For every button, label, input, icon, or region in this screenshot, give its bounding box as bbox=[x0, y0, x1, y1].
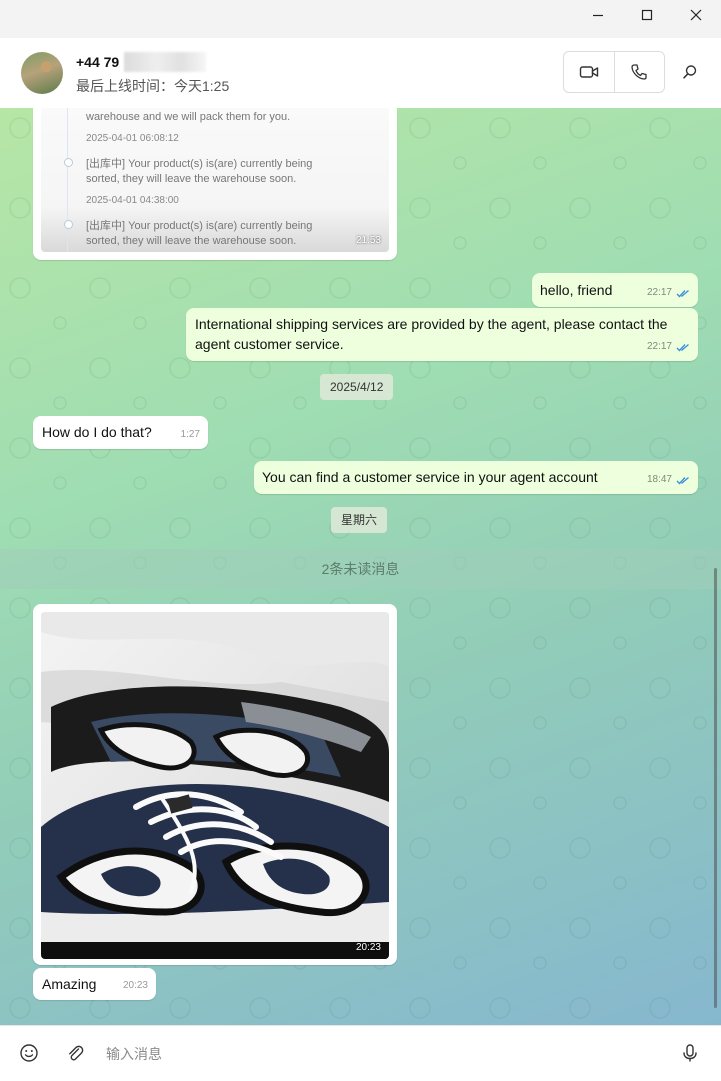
date-separator: 2025/4/12 bbox=[320, 374, 394, 400]
maximize-icon bbox=[641, 9, 653, 21]
tracking-screenshot: warehouse and we will pack them for you.… bbox=[41, 108, 389, 252]
tracking-date: 2025-04-01 04:38:00 bbox=[86, 195, 179, 206]
tracking-date: 2025-04-01 06:08:12 bbox=[86, 133, 179, 144]
close-icon bbox=[690, 9, 702, 21]
call-button-group bbox=[563, 51, 665, 93]
video-call-button[interactable] bbox=[564, 52, 614, 92]
outgoing-message[interactable]: You can find a customer service in your … bbox=[254, 461, 698, 494]
tracking-dot bbox=[64, 220, 73, 229]
message-meta: 22:17 bbox=[647, 337, 690, 357]
incoming-message[interactable]: Amazing 20:23 bbox=[33, 968, 156, 1000]
emoji-icon bbox=[20, 1044, 38, 1062]
voice-call-button[interactable] bbox=[613, 52, 665, 92]
outgoing-message[interactable]: hello, friend 22:17 bbox=[532, 273, 698, 307]
tracking-text: sorted, they will leave the warehouse so… bbox=[86, 235, 297, 247]
tracking-text: warehouse and we will pack them for you. bbox=[86, 111, 291, 123]
message-text: hello, friend bbox=[540, 282, 613, 298]
incoming-message[interactable]: How do I do that? 1:27 bbox=[33, 416, 208, 449]
tracking-timeline-line bbox=[67, 108, 68, 252]
minimize-button[interactable] bbox=[575, 0, 621, 30]
message-time: 20:23 bbox=[355, 942, 381, 953]
emoji-button[interactable] bbox=[16, 1040, 42, 1066]
video-call-icon bbox=[579, 66, 598, 78]
message-time: 22:17 bbox=[646, 287, 672, 298]
voice-call-icon bbox=[631, 64, 647, 80]
voice-message-button[interactable] bbox=[677, 1040, 703, 1066]
tracking-text: [出库中] Your product(s) is(are) currently … bbox=[86, 158, 313, 170]
maximize-button[interactable] bbox=[624, 0, 670, 30]
minimize-icon bbox=[593, 14, 603, 17]
message-time: 18:47 bbox=[646, 474, 672, 485]
search-button[interactable] bbox=[676, 58, 704, 86]
message-time: 1:27 bbox=[180, 429, 200, 440]
chat-header: +44 79 最后上线时间：今天1:25 bbox=[0, 38, 721, 109]
message-meta: 20:23 bbox=[123, 976, 148, 996]
message-meta: 22:17 bbox=[647, 283, 690, 303]
image-message-photo[interactable]: 20:23 bbox=[33, 604, 397, 965]
attach-button[interactable] bbox=[62, 1040, 88, 1066]
unread-messages-divider: 2条未读消息 bbox=[0, 549, 721, 589]
message-text: Amazing bbox=[42, 976, 97, 992]
microphone-icon bbox=[683, 1044, 697, 1062]
outgoing-message[interactable]: International shipping services are prov… bbox=[186, 308, 698, 361]
message-composer bbox=[0, 1025, 721, 1081]
date-separator: 星期六 bbox=[331, 507, 388, 533]
chat-scrollbar[interactable] bbox=[714, 568, 717, 1008]
last-seen-status: 最后上线时间：今天1:25 bbox=[76, 78, 230, 94]
redacted-name-part bbox=[124, 52, 206, 72]
message-text: You can find a customer service in your … bbox=[262, 469, 598, 485]
message-meta: 18:47 bbox=[647, 470, 690, 490]
read-receipt-icon bbox=[676, 343, 690, 352]
message-text: How do I do that? bbox=[42, 424, 152, 440]
message-text: International shipping services are prov… bbox=[195, 316, 668, 352]
message-meta: 1:27 bbox=[181, 425, 200, 445]
message-time: 20:23 bbox=[122, 980, 148, 991]
image-message-tracking[interactable]: warehouse and we will pack them for you.… bbox=[33, 108, 397, 260]
read-receipt-icon bbox=[676, 289, 690, 298]
tracking-text: sorted, they will leave the warehouse so… bbox=[86, 173, 297, 185]
attach-icon bbox=[69, 1045, 84, 1061]
tracking-dot bbox=[64, 158, 73, 167]
close-button[interactable] bbox=[673, 0, 719, 30]
sneaker-photo[interactable]: 20:23 bbox=[41, 612, 389, 959]
search-icon bbox=[683, 65, 697, 79]
message-input[interactable] bbox=[104, 1039, 648, 1069]
contact-avatar[interactable] bbox=[21, 52, 63, 94]
message-time: 22:17 bbox=[646, 341, 672, 352]
message-time: 21:53 bbox=[355, 235, 381, 246]
contact-name[interactable]: +44 79 bbox=[76, 54, 119, 70]
chat-message-area[interactable]: warehouse and we will pack them for you.… bbox=[0, 108, 721, 1025]
read-receipt-icon bbox=[676, 476, 690, 485]
window-title-bar bbox=[0, 0, 721, 39]
tracking-text: [出库中] Your product(s) is(are) currently … bbox=[86, 220, 313, 232]
